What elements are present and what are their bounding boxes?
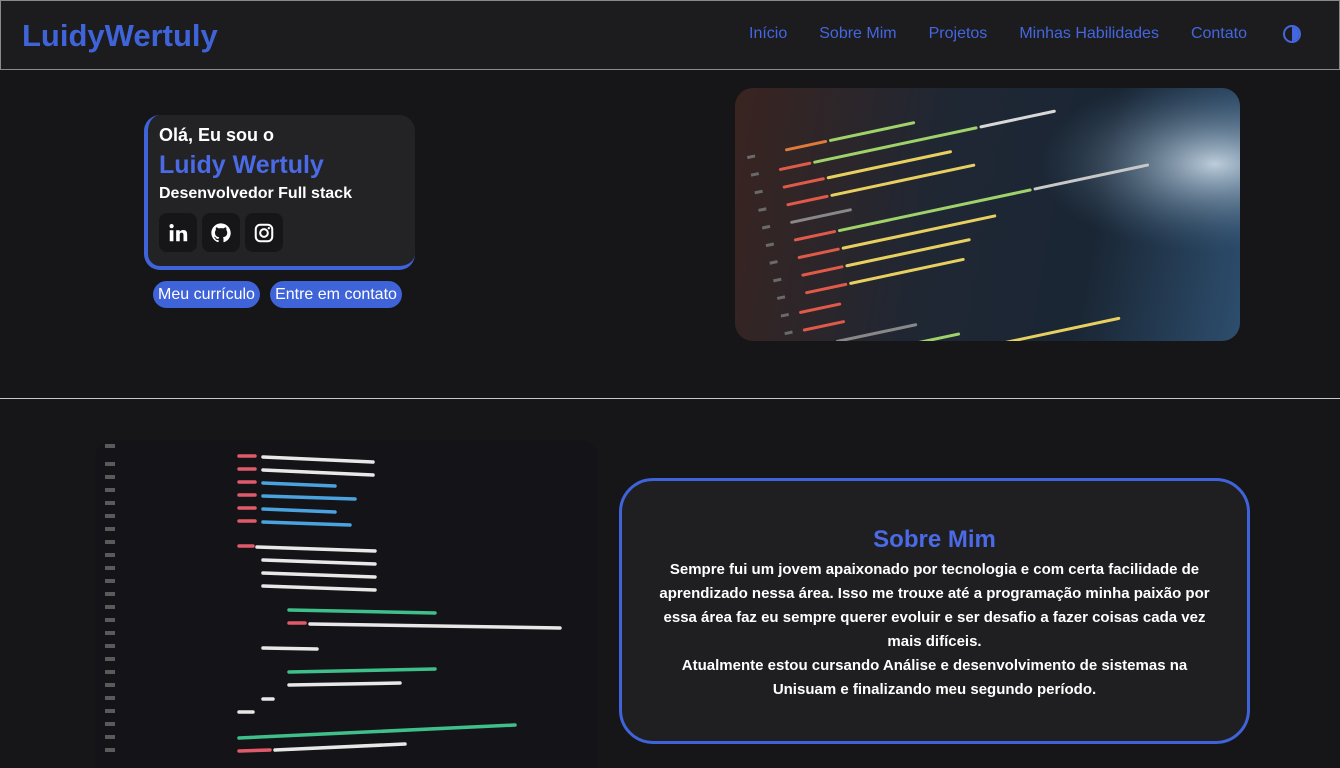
social-links [159,213,415,252]
github-icon [211,222,231,242]
instagram-icon [254,223,274,242]
about-card: Sobre Mim Sempre fui um jovem apaixonado… [619,478,1250,744]
site-logo[interactable]: LuidyWertuly [22,18,218,54]
github-button[interactable] [202,213,240,252]
contact-button[interactable]: Entre em contato [270,281,402,308]
nav-sobre-mim[interactable]: Sobre Mim [819,25,896,43]
about-title: Sobre Mim [873,526,996,553]
hero-code-image [735,88,1240,341]
about-code-image [95,440,598,768]
hero-card: Olá, Eu sou o Luidy Wertuly Desenvolvedo… [144,115,415,270]
section-divider [0,398,1340,399]
about-paragraph-2: Atualmente estou cursando Análise e dese… [681,657,1188,698]
linkedin-icon [169,223,188,241]
about-paragraph-1: Sempre fui um jovem apaixonado por tecno… [659,561,1210,650]
instagram-button[interactable] [245,213,283,252]
hero-greeting: Olá, Eu sou o [159,125,275,145]
nav-inicio[interactable]: Início [749,25,787,43]
hero-role: Desenvolvedor Full stack [159,185,352,202]
resume-button[interactable]: Meu currículo [153,281,260,308]
nav-contato[interactable]: Contato [1191,25,1247,43]
site-header: LuidyWertuly Início Sobre Mim Projetos M… [0,0,1340,70]
linkedin-button[interactable] [159,213,197,252]
hero-name: Luidy Wertuly [159,151,324,179]
contrast-icon[interactable] [1283,25,1301,43]
main-nav: Início Sobre Mim Projetos Minhas Habilid… [717,25,1301,43]
nav-minhas-habilidades[interactable]: Minhas Habilidades [1019,25,1159,43]
nav-projetos[interactable]: Projetos [929,25,988,43]
